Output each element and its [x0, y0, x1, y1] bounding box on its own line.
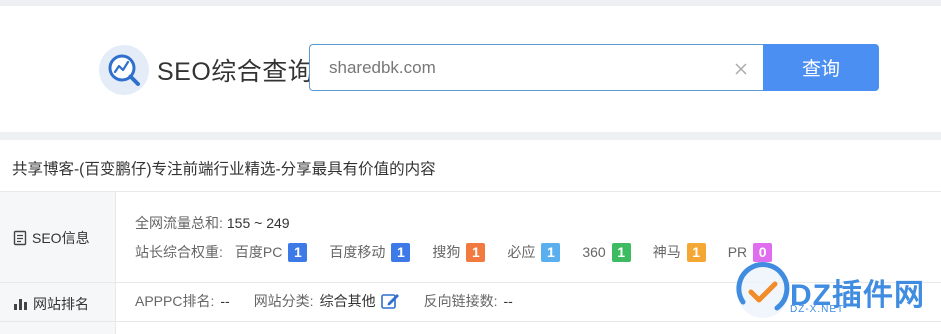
weight-badge: 1 [466, 242, 486, 262]
weight-badge: 1 [686, 242, 706, 262]
weight-baidu-mobile[interactable]: 百度移动 1 [329, 242, 411, 262]
weight-baidu-pc[interactable]: 百度PC 1 [235, 242, 308, 262]
weight-badge: 0 [753, 242, 773, 262]
rank-category: 网站分类: 综合其他 [254, 291, 400, 311]
search-input[interactable] [310, 45, 710, 90]
weight-360[interactable]: 360 1 [582, 242, 631, 262]
site-rank-text: 网站排名 [33, 296, 89, 312]
watermark-subtext: DZ-X.NET [790, 304, 845, 315]
traffic-value: 155 ~ 249 [226, 215, 290, 231]
bar-chart-icon [14, 299, 27, 310]
rank-line: APPPC排名: -- 网站分类: 综合其他 反向链接数: -- [135, 291, 537, 311]
logo-text: SEO综合查询 [157, 58, 314, 86]
traffic-label: 全网流量总和: [135, 215, 223, 231]
weight-label: 站长综合权重: [135, 244, 223, 260]
divider [0, 191, 941, 192]
weight-badge: 1 [541, 242, 561, 262]
document-icon [13, 230, 27, 246]
rank-apppc: APPPC排名: -- [135, 293, 230, 309]
section-separator [0, 132, 941, 140]
weight-sogou[interactable]: 搜狗 1 [432, 242, 486, 262]
seo-logo-icon [99, 45, 149, 95]
site-title: 共享博客-(百变鹏仔)专注前端行业精选-分享最具有价值的内容 [12, 161, 436, 178]
rank-backlinks: 反向链接数: -- [423, 293, 513, 309]
weight-badge: 1 [391, 242, 411, 262]
weight-bing[interactable]: 必应 1 [507, 242, 561, 262]
clear-icon[interactable] [733, 61, 749, 77]
seo-info-text: SEO信息 [32, 230, 90, 246]
weight-badge: 1 [288, 242, 308, 262]
weight-line: 站长综合权重: 百度PC 1 百度移动 1 搜狗 1 必应 1 360 1 神马… [135, 242, 794, 262]
search-field[interactable] [309, 44, 763, 91]
seo-info-label: SEO信息 [13, 228, 90, 248]
traffic-line: 全网流量总和: 155 ~ 249 [135, 213, 290, 233]
weight-pr[interactable]: PR 0 [728, 242, 773, 262]
search-button[interactable]: 查询 [763, 44, 879, 91]
edit-icon[interactable] [380, 291, 400, 311]
weight-badge: 1 [611, 242, 631, 262]
site-rank-label: 网站排名 [13, 294, 89, 314]
weight-shenma[interactable]: 神马 1 [653, 242, 706, 262]
